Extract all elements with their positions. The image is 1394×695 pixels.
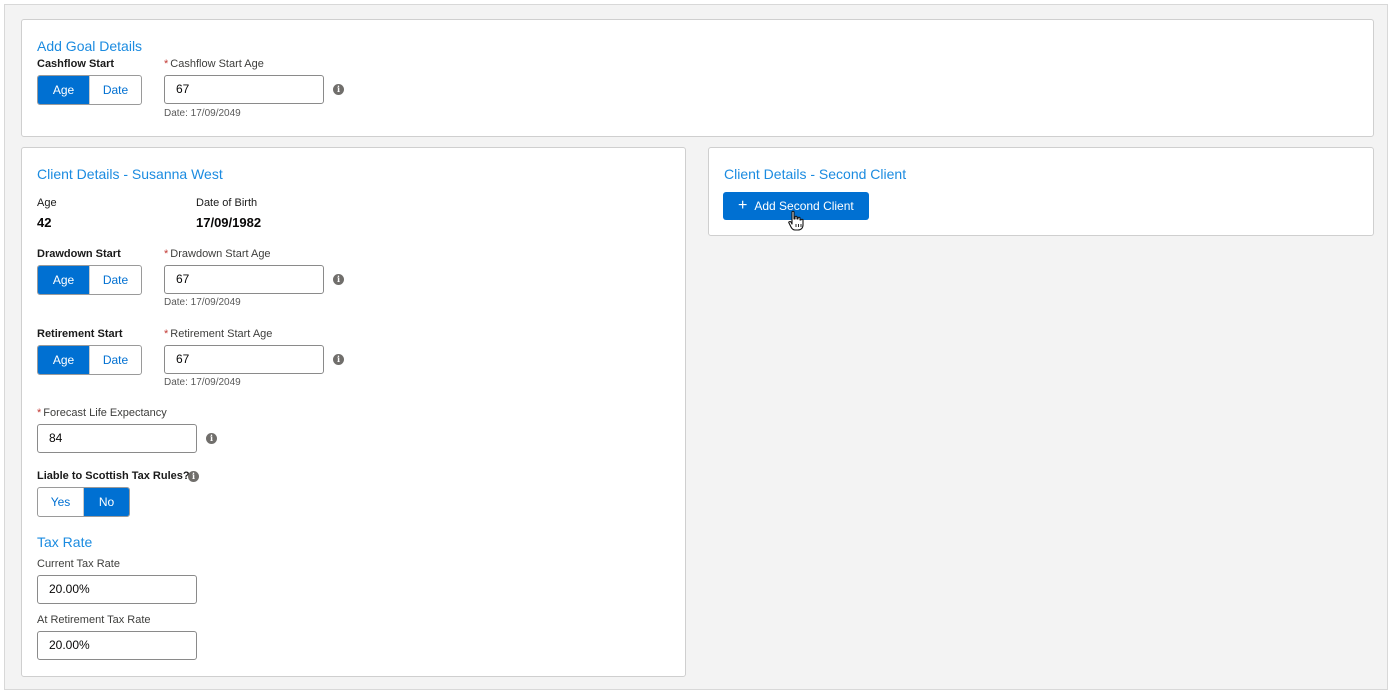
info-icon[interactable]: i (188, 471, 199, 482)
drawdown-start-age-label: * Drawdown Start Age (164, 248, 271, 260)
drawdown-start-age-input[interactable]: 67 (164, 265, 324, 294)
cashflow-age-option[interactable]: Age (38, 76, 89, 104)
cashflow-start-label: Cashflow Start (37, 58, 115, 70)
second-client-card: Client Details - Second Client + Add Sec… (708, 147, 1374, 236)
info-icon[interactable]: i (333, 354, 344, 365)
drawdown-age-option[interactable]: Age (38, 266, 89, 294)
drawdown-start-toggle: Age Date (37, 265, 142, 295)
scottish-tax-label: Liable to Scottish Tax Rules? (37, 470, 190, 482)
cashflow-date-helper: Date: 17/09/2049 (164, 108, 241, 119)
cashflow-start-toggle: Age Date (37, 75, 142, 105)
goal-details-title: Add Goal Details (37, 38, 143, 54)
retirement-start-toggle: Age Date (37, 345, 142, 375)
scottish-no-option[interactable]: No (83, 488, 129, 516)
retirement-date-helper: Date: 17/09/2049 (164, 377, 241, 388)
retirement-start-age-label: * Retirement Start Age (164, 328, 273, 340)
retirement-date-option[interactable]: Date (89, 346, 141, 374)
required-marker: * (164, 328, 169, 340)
age-value: 42 (37, 215, 52, 230)
drawdown-date-helper: Date: 17/09/2049 (164, 297, 241, 308)
info-icon[interactable]: i (206, 433, 217, 444)
retirement-start-label: Retirement Start (37, 328, 123, 340)
info-icon[interactable]: i (333, 84, 344, 95)
current-tax-rate-input[interactable]: 20.00% (37, 575, 197, 604)
life-expectancy-label: * Forecast Life Expectancy (37, 407, 167, 419)
drawdown-start-label: Drawdown Start (37, 248, 121, 260)
required-marker: * (164, 58, 169, 70)
age-label: Age (37, 197, 57, 209)
cashflow-start-age-input[interactable]: 67 (164, 75, 324, 104)
page-container: Add Goal Details Cashflow Start Age Date… (4, 4, 1388, 690)
required-marker: * (164, 248, 169, 260)
tax-rate-title: Tax Rate (37, 534, 93, 550)
hand-cursor-icon (788, 210, 804, 231)
cashflow-date-option[interactable]: Date (89, 76, 141, 104)
current-tax-rate-label: Current Tax Rate (37, 558, 120, 570)
plus-icon: + (738, 197, 748, 214)
goal-details-card: Add Goal Details Cashflow Start Age Date… (21, 19, 1374, 137)
retirement-tax-rate-input[interactable]: 20.00% (37, 631, 197, 660)
dob-label: Date of Birth (196, 197, 258, 209)
scottish-tax-toggle: Yes No (37, 487, 130, 517)
cashflow-start-age-label: * Cashflow Start Age (164, 58, 264, 70)
info-icon[interactable]: i (333, 274, 344, 285)
life-expectancy-input[interactable]: 84 (37, 424, 197, 453)
required-marker: * (37, 407, 42, 419)
scottish-yes-option[interactable]: Yes (38, 488, 83, 516)
dob-value: 17/09/1982 (196, 215, 262, 230)
client-details-title: Client Details - Susanna West (37, 166, 223, 182)
retirement-age-option[interactable]: Age (38, 346, 89, 374)
retirement-tax-rate-label: At Retirement Tax Rate (37, 614, 151, 626)
drawdown-date-option[interactable]: Date (89, 266, 141, 294)
second-client-title: Client Details - Second Client (724, 166, 907, 182)
retirement-start-age-input[interactable]: 67 (164, 345, 324, 374)
client-details-card: Client Details - Susanna West Age 42 Dat… (21, 147, 686, 677)
